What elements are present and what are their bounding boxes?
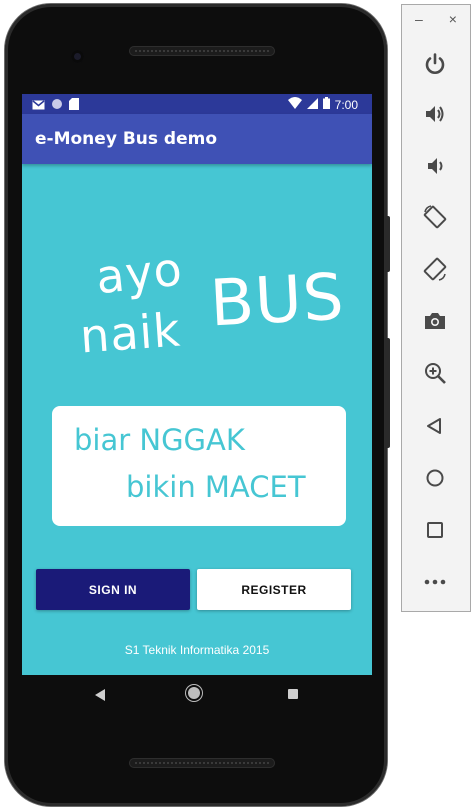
close-button[interactable]: × — [449, 11, 457, 27]
volume-up-icon[interactable] — [421, 100, 449, 128]
home-icon[interactable] — [188, 687, 200, 699]
rotate-left-icon[interactable] — [421, 203, 449, 231]
emulator-toolbar: – × — [401, 4, 471, 612]
volume-side-button[interactable] — [385, 338, 390, 448]
front-camera — [71, 50, 84, 63]
status-bar: 7:00 — [22, 94, 372, 114]
volume-down-icon[interactable] — [421, 152, 449, 180]
app-bar: e-Money Bus demo — [22, 114, 372, 164]
app-screen: 7:00 e-Money Bus demo ayo naik BUS biar … — [22, 94, 372, 675]
recents-icon[interactable] — [288, 689, 298, 699]
battery-icon — [322, 97, 330, 112]
signal-icon — [306, 97, 318, 112]
top-speaker — [129, 46, 275, 56]
back-icon[interactable] — [95, 689, 105, 701]
tagline-line-1: biar NGGAK — [74, 423, 245, 457]
overview-icon[interactable] — [421, 516, 449, 544]
app-title: e-Money Bus demo — [35, 129, 218, 149]
tagline-card: biar NGGAK bikin MACET — [52, 406, 346, 526]
more-icon[interactable] — [421, 568, 449, 596]
zoom-icon[interactable] — [421, 359, 449, 387]
wifi-icon — [287, 97, 302, 112]
power-icon[interactable] — [421, 50, 449, 78]
status-time: 7:00 — [334, 97, 358, 112]
back-icon[interactable] — [421, 412, 449, 440]
bus-logo: ayo naik BUS — [78, 242, 370, 381]
logo-word-ayo: ayo — [93, 241, 186, 305]
sd-card-icon — [69, 98, 79, 113]
gmail-icon — [32, 99, 45, 113]
minimize-button[interactable]: – — [415, 11, 423, 27]
home-icon[interactable] — [421, 464, 449, 492]
bottom-speaker — [129, 758, 275, 768]
rotate-right-icon[interactable] — [421, 255, 449, 283]
system-nav-bar — [22, 675, 372, 715]
screenshot-icon[interactable] — [421, 307, 449, 335]
power-side-button[interactable] — [385, 216, 390, 272]
register-button[interactable]: REGISTER — [197, 569, 351, 610]
logo-word-bus: BUS — [208, 260, 347, 342]
footer-text: S1 Teknik Informatika 2015 — [124, 643, 270, 657]
sync-icon — [51, 98, 63, 113]
logo-word-naik: naik — [78, 302, 183, 364]
tagline-line-2: bikin MACET — [126, 470, 306, 504]
sign-in-button[interactable]: SIGN IN — [36, 569, 190, 610]
